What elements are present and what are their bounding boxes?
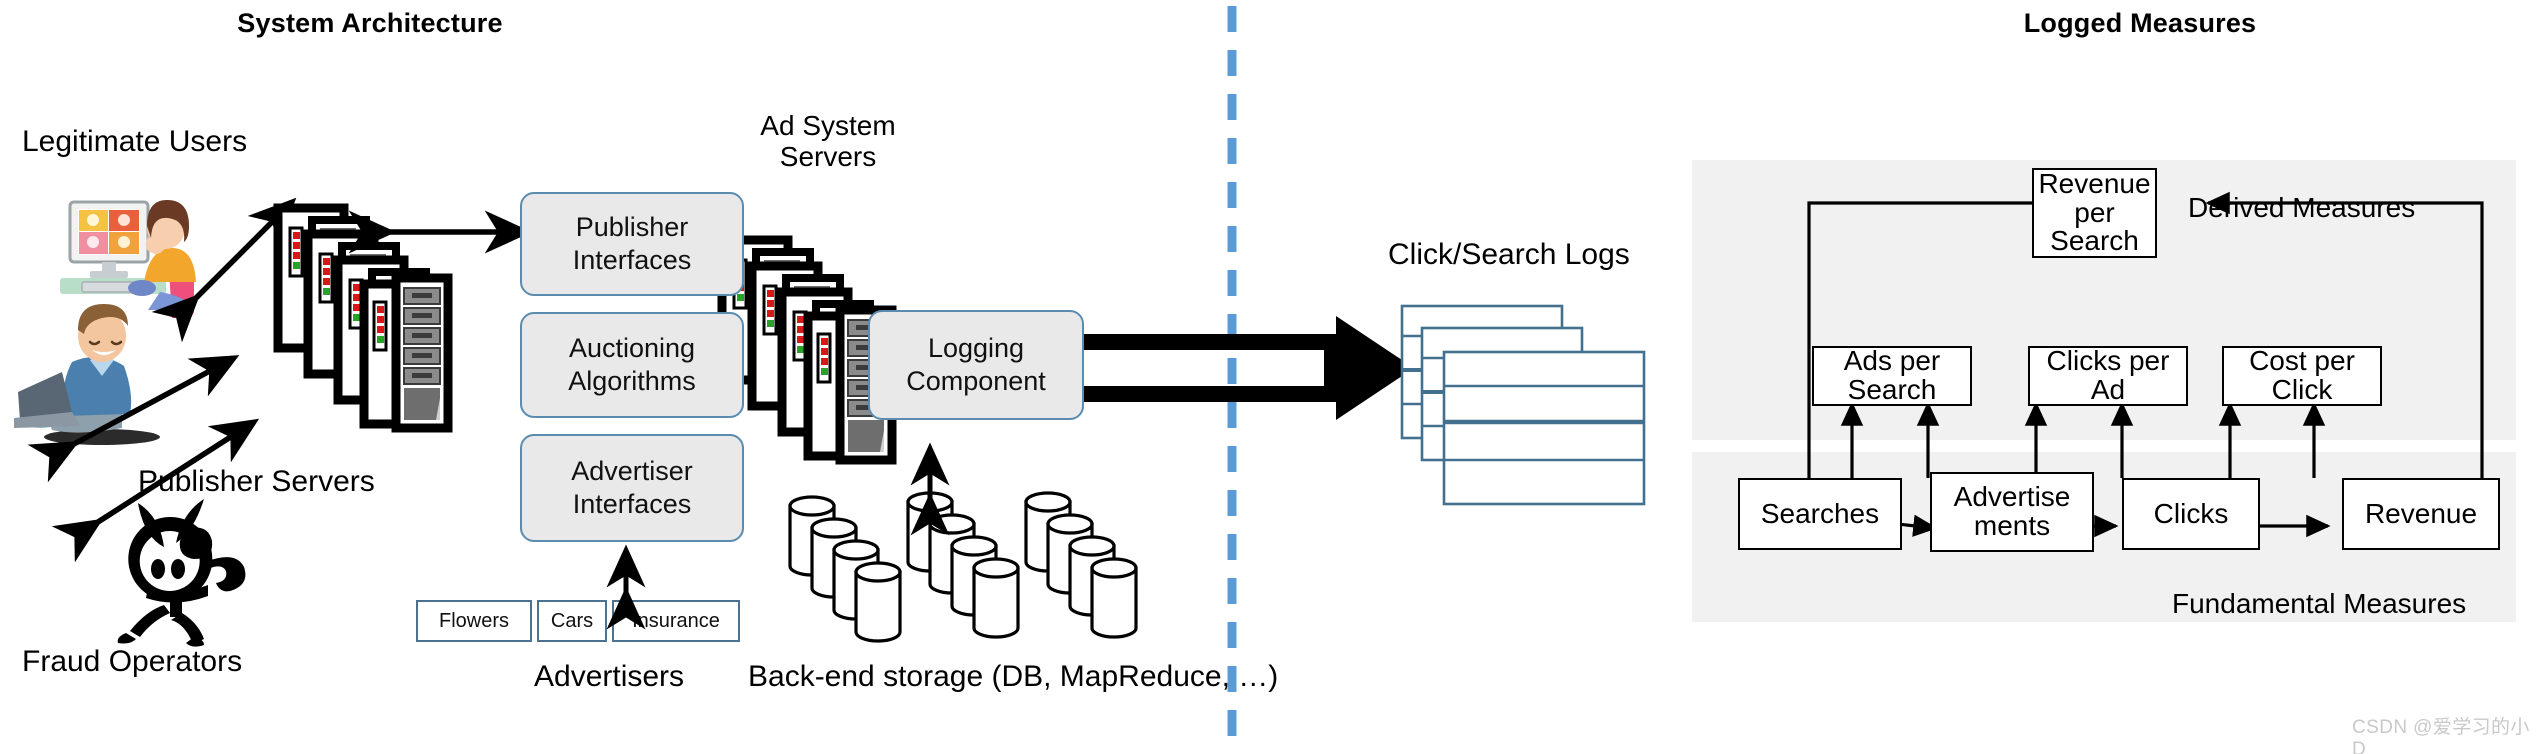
backend-storage-label: Back-end storage (DB, MapReduce, …) (748, 660, 1279, 693)
publisher-interfaces-box[interactable]: Publisher Interfaces (520, 192, 744, 296)
ad-system-servers-line1: Ad System (760, 110, 896, 141)
clicks-line1: Clicks (2153, 497, 2229, 529)
publisher-interfaces-line2: Interfaces (572, 245, 692, 275)
logging-component-line2: Component (906, 366, 1046, 396)
auctioning-algorithms-line2: Algorithms (568, 366, 696, 396)
cost-per-click-box[interactable]: Cost per Click (2222, 346, 2382, 406)
clicks-box[interactable]: Clicks (2122, 478, 2260, 550)
legitimate-users-label: Legitimate Users (22, 125, 248, 158)
logging-component-box[interactable]: Logging Component (868, 310, 1084, 420)
watermark: CSDN @爱学习的小D (2352, 717, 2530, 754)
ads-per-search-line2: Search (1847, 374, 1937, 405)
cost-per-click-line2: Click (2271, 374, 2333, 405)
advertiser-tile-flowers[interactable]: Flowers (416, 600, 532, 642)
left-section-title: System Architecture (237, 8, 503, 38)
advertiser-interfaces-box[interactable]: Advertiser Interfaces (520, 434, 744, 542)
ads-per-search-box[interactable]: Ads per Search (1812, 346, 1972, 406)
ads-per-search-line1: Ads per (1843, 345, 1941, 377)
searches-line1: Searches (1760, 497, 1880, 529)
publisher-servers-label: Publisher Servers (138, 465, 375, 498)
advertiser-interfaces-line1: Advertiser (571, 456, 693, 487)
auctioning-algorithms-box[interactable]: Auctioning Algorithms (520, 312, 744, 418)
revenue-per-search-line1: Revenue (2038, 168, 2151, 200)
revenue-per-search-box[interactable]: Revenue per Search (2032, 168, 2157, 258)
arrow-advertiser-interfaces-advertisers (606, 544, 646, 630)
right-section-title: Logged Measures (2023, 8, 2257, 38)
advertiser-tile-insurance-label: Insurance (632, 609, 720, 632)
advertiser-interfaces-line2: Interfaces (572, 489, 692, 519)
advertiser-tile-cars-label: Cars (550, 609, 594, 632)
cost-per-click-line1: Cost per (2249, 345, 2355, 377)
click-search-logs-label: Click/Search Logs (1388, 238, 1630, 271)
advertisements-box[interactable]: Advertise ments (1930, 472, 2094, 552)
logs-flow-arrow (1084, 316, 1414, 420)
logging-component-line1: Logging (927, 333, 1025, 364)
advertisers-label: Advertisers (534, 660, 685, 693)
derived-measures-label: Derived Measures (2188, 192, 2416, 223)
click-search-logs-icon (1400, 304, 1646, 506)
auctioning-algorithms-line1: Auctioning (568, 333, 696, 364)
arrow-publisher-interfaces (348, 210, 533, 254)
advertiser-tile-flowers-label: Flowers (438, 609, 509, 632)
revenue-per-search-line2: per Search (2050, 196, 2139, 257)
arrow-logging-storage (910, 442, 950, 536)
revenue-line1: Revenue (2364, 497, 2478, 529)
advertiser-tile-insurance[interactable]: Insurance (612, 600, 740, 642)
clicks-per-ad-line2: Ad (2090, 374, 2126, 405)
advertisements-line2: ments (1973, 510, 2051, 541)
clicks-per-ad-line1: Clicks per (2046, 345, 2170, 377)
ad-system-servers-line2: Servers (779, 141, 877, 173)
fraud-operator-icon (117, 499, 246, 647)
advertiser-tile-cars[interactable]: Cars (537, 600, 607, 642)
diagram-canvas: System Architecture Logged Measures Legi… (0, 0, 2537, 754)
ad-system-servers-label: Ad System Servers (718, 110, 938, 173)
publisher-interfaces-line1: Publisher (575, 212, 689, 243)
backend-storage-icon (788, 491, 1138, 643)
searches-box[interactable]: Searches (1738, 478, 1902, 550)
fraud-operators-label: Fraud Operators (22, 645, 243, 678)
fundamental-measures-label: Fundamental Measures (2172, 588, 2467, 619)
revenue-box[interactable]: Revenue (2342, 478, 2500, 550)
advertisements-line1: Advertise (1953, 481, 2071, 513)
clicks-per-ad-box[interactable]: Clicks per Ad (2028, 346, 2188, 406)
